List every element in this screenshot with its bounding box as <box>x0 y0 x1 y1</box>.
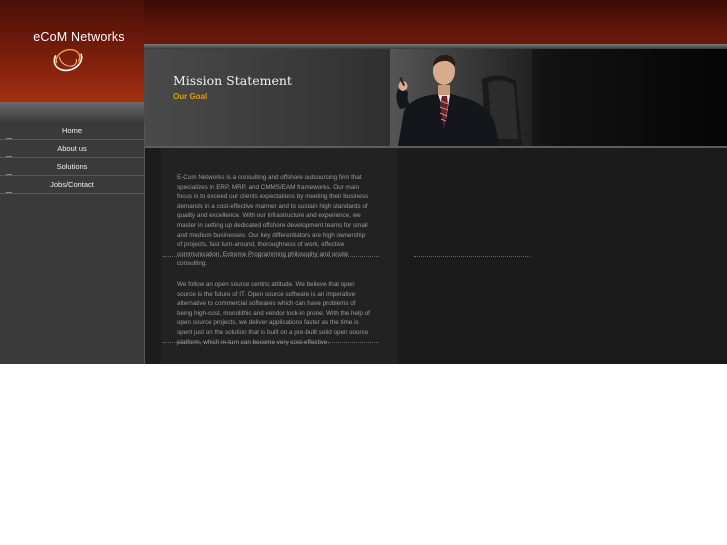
page-subtitle: Our Goal <box>173 92 208 101</box>
nav-item-home[interactable]: Home <box>0 122 144 140</box>
mission-paragraph: E-Com Networks is a consulting and offsh… <box>177 174 369 268</box>
sidebar-nav: Home About us Solutions Jobs/Contact <box>0 122 145 364</box>
nav-item-jobs-contact[interactable]: Jobs/Contact <box>0 176 144 194</box>
open-source-paragraph: We follow an open source centric attitud… <box>177 281 370 346</box>
nav-item-label: Solutions <box>56 162 88 171</box>
brand-name: eCoM Networks <box>33 30 125 44</box>
nav-item-label: About us <box>57 144 87 153</box>
nav-item-label: Jobs/Contact <box>50 180 94 189</box>
page-header: Mission Statement Our Goal <box>144 49 727 146</box>
nav-item-about-us[interactable]: About us <box>0 140 144 158</box>
businessman-photo <box>390 49 532 146</box>
site-container: eCoM Networks Mission Statement Our Goal <box>0 0 727 364</box>
nav-item-label: Home <box>61 126 82 135</box>
nav-header-gap <box>0 102 144 122</box>
swirl-rings-icon <box>53 46 83 72</box>
nav-item-solutions[interactable]: Solutions <box>0 158 144 176</box>
logo-panel[interactable]: eCoM Networks <box>0 0 144 102</box>
page-title: Mission Statement <box>173 73 292 88</box>
divider <box>414 256 530 257</box>
